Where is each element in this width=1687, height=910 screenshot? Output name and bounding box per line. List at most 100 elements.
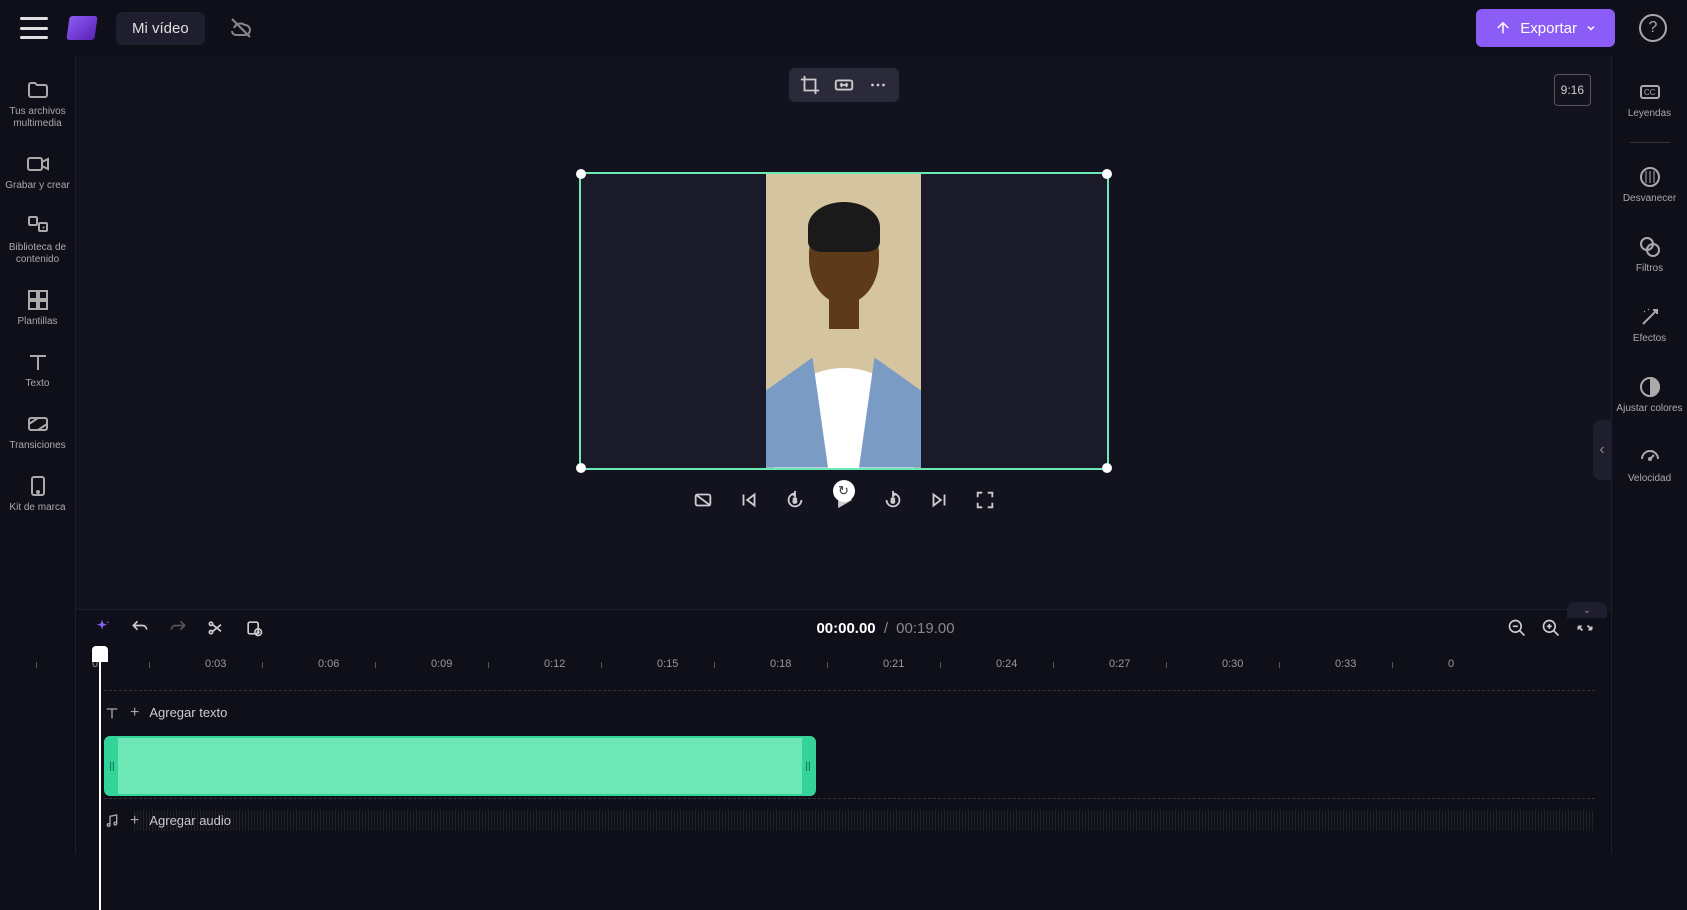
clip-handle-right[interactable]: || bbox=[802, 738, 814, 794]
speed-icon bbox=[1638, 445, 1662, 469]
video-track[interactable]: || || bbox=[104, 734, 1595, 798]
fit-icon[interactable] bbox=[833, 74, 855, 96]
sidebar-item-library[interactable]: Biblioteca de contenido bbox=[0, 208, 75, 272]
project-title[interactable]: Mi vídeo bbox=[116, 12, 205, 45]
video-frame bbox=[766, 174, 921, 468]
top-bar: Mi vídeo Exportar ? bbox=[0, 0, 1687, 56]
camera-icon bbox=[26, 152, 50, 176]
sidebar-item-label: Transiciones bbox=[9, 440, 65, 452]
text-icon bbox=[104, 705, 120, 721]
sidebar-item-filters[interactable]: Filtros bbox=[1612, 227, 1687, 283]
crop-icon[interactable] bbox=[799, 74, 821, 96]
sidebar-item-label: Efectos bbox=[1633, 333, 1666, 345]
text-track[interactable]: + Agregar texto bbox=[104, 690, 1595, 734]
fullscreen-icon[interactable] bbox=[974, 489, 996, 511]
folder-icon bbox=[26, 78, 50, 102]
resize-handle-bl[interactable] bbox=[576, 463, 586, 473]
sidebar-item-label: Ajustar colores bbox=[1616, 403, 1682, 415]
resize-handle-tl[interactable] bbox=[576, 169, 586, 179]
preview-canvas[interactable]: ↻ bbox=[579, 172, 1109, 470]
fade-icon bbox=[1638, 165, 1662, 189]
export-button[interactable]: Exportar bbox=[1476, 9, 1615, 47]
sidebar-item-transitions[interactable]: Transiciones bbox=[0, 406, 75, 458]
sidebar-item-label: Texto bbox=[26, 378, 50, 390]
export-label: Exportar bbox=[1520, 20, 1577, 37]
copy-add-icon[interactable] bbox=[244, 618, 264, 638]
sidebar-item-label: Filtros bbox=[1636, 263, 1663, 275]
split-icon[interactable] bbox=[206, 618, 226, 638]
contrast-icon bbox=[1638, 375, 1662, 399]
waveform bbox=[134, 811, 1595, 831]
preview-zone: 9:16 ↻ 5 5 bbox=[76, 56, 1611, 609]
sidebar-item-text[interactable]: Texto bbox=[0, 344, 75, 396]
skip-end-icon[interactable] bbox=[928, 489, 950, 511]
cc-icon: CC bbox=[1638, 80, 1662, 104]
timeline-zoom-controls bbox=[1507, 618, 1595, 638]
chevron-down-icon bbox=[1585, 22, 1597, 34]
rewind-5-icon[interactable]: 5 bbox=[784, 489, 806, 511]
library-icon bbox=[26, 214, 50, 238]
timeline-collapse[interactable]: ⌄ bbox=[1567, 602, 1607, 618]
left-sidebar: Tus archivos multimedia Grabar y crear B… bbox=[0, 56, 76, 854]
sidebar-item-fade[interactable]: Desvanecer bbox=[1612, 157, 1687, 213]
resize-handle-tr[interactable] bbox=[1102, 169, 1112, 179]
upload-icon bbox=[1494, 19, 1512, 37]
sidebar-item-adjust-colors[interactable]: Ajustar colores bbox=[1612, 367, 1687, 423]
app-logo bbox=[66, 16, 97, 40]
cloud-off-icon[interactable] bbox=[229, 16, 253, 40]
preview-toolbar bbox=[789, 68, 899, 102]
skip-start-icon[interactable] bbox=[738, 489, 760, 511]
text-icon bbox=[26, 350, 50, 374]
svg-text:5: 5 bbox=[891, 497, 895, 504]
sidebar-item-brandkit[interactable]: Kit de marca bbox=[0, 468, 75, 520]
zoom-in-icon[interactable] bbox=[1541, 618, 1561, 638]
total-duration: 00:19.00 bbox=[896, 620, 954, 637]
brandkit-icon bbox=[26, 474, 50, 498]
sidebar-item-label: Tus archivos multimedia bbox=[2, 106, 73, 130]
sidebar-item-record[interactable]: Grabar y crear bbox=[0, 146, 75, 198]
undo-icon[interactable] bbox=[130, 618, 150, 638]
sidebar-item-label: Desvanecer bbox=[1623, 193, 1676, 205]
right-sidebar-collapse[interactable]: ‹ bbox=[1593, 420, 1611, 480]
sidebar-item-captions[interactable]: CC Leyendas bbox=[1612, 72, 1687, 128]
help-button[interactable]: ? bbox=[1639, 14, 1667, 42]
templates-icon bbox=[26, 288, 50, 312]
rotate-handle[interactable]: ↻ bbox=[833, 480, 855, 502]
timeline-toolbar: 00:00.00 / 00:19.00 bbox=[76, 610, 1611, 646]
zoom-fit-icon[interactable] bbox=[1575, 618, 1595, 638]
sparkle-icon[interactable] bbox=[92, 618, 112, 638]
forward-5-icon[interactable]: 5 bbox=[882, 489, 904, 511]
redo-icon[interactable] bbox=[168, 618, 188, 638]
playhead[interactable] bbox=[92, 646, 108, 662]
sidebar-item-label: Biblioteca de contenido bbox=[2, 242, 73, 266]
video-clip[interactable]: || || bbox=[104, 736, 816, 796]
menu-icon[interactable] bbox=[20, 17, 48, 39]
divider bbox=[1630, 142, 1670, 143]
svg-text:5: 5 bbox=[793, 497, 797, 504]
audio-track[interactable]: + Agregar audio bbox=[104, 798, 1595, 842]
current-time: 00:00.00 bbox=[816, 620, 875, 637]
timeline-ruler[interactable]: 0 0:03 0:06 0:09 0:12 0:15 0:18 0:21 0:2… bbox=[76, 646, 1611, 682]
plus-icon: + bbox=[130, 704, 139, 722]
timeline-section: ⌄ 00:00.00 / 00:19.00 bbox=[76, 609, 1611, 854]
right-sidebar: CC Leyendas Desvanecer Filtros Efectos A… bbox=[1611, 56, 1687, 854]
center-area: 9:16 ↻ 5 5 bbox=[76, 56, 1611, 854]
aspect-ratio-badge[interactable]: 9:16 bbox=[1554, 74, 1591, 106]
resize-handle-br[interactable] bbox=[1102, 463, 1112, 473]
sidebar-item-label: Kit de marca bbox=[9, 502, 65, 514]
ruler-mark: 0 bbox=[1448, 658, 1561, 670]
svg-text:CC: CC bbox=[1644, 88, 1656, 97]
more-icon[interactable] bbox=[867, 74, 889, 96]
zoom-out-icon[interactable] bbox=[1507, 618, 1527, 638]
effects-icon bbox=[1638, 305, 1662, 329]
sidebar-item-speed[interactable]: Velocidad bbox=[1612, 437, 1687, 493]
sidebar-item-effects[interactable]: Efectos bbox=[1612, 297, 1687, 353]
sidebar-item-label: Plantillas bbox=[17, 316, 57, 328]
text-track-label: Agregar texto bbox=[149, 705, 227, 720]
safe-zone-icon[interactable] bbox=[692, 489, 714, 511]
timeline-tracks: + Agregar texto || || bbox=[76, 682, 1611, 854]
sidebar-item-templates[interactable]: Plantillas bbox=[0, 282, 75, 334]
sidebar-item-label: Grabar y crear bbox=[5, 180, 69, 192]
sidebar-item-media[interactable]: Tus archivos multimedia bbox=[0, 72, 75, 136]
clip-handle-left[interactable]: || bbox=[106, 738, 118, 794]
